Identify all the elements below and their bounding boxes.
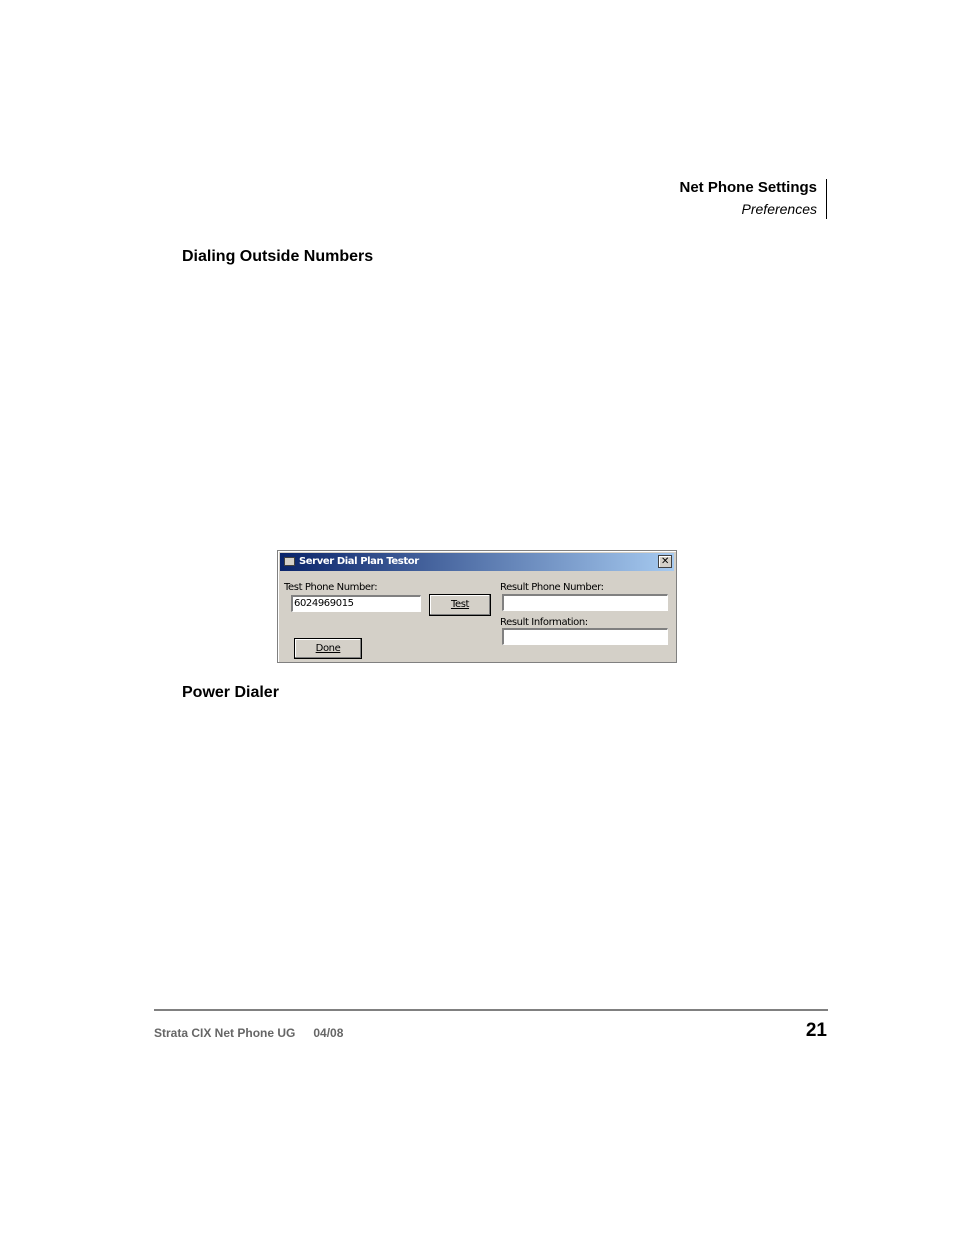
- footer-doc-title: Strata CIX Net Phone UG: [154, 1026, 296, 1040]
- header-subtitle: Preferences: [741, 201, 817, 217]
- test-phone-label: Test Phone Number:: [284, 582, 378, 593]
- done-button[interactable]: Done: [294, 638, 362, 659]
- running-header: Net Phone Settings Preferences: [679, 178, 817, 219]
- app-icon: [284, 557, 295, 566]
- header-rule: [826, 179, 827, 219]
- result-info-label: Result Information:: [500, 617, 588, 628]
- section-heading-dialing: Dialing Outside Numbers: [182, 248, 374, 265]
- header-title: Net Phone Settings: [679, 179, 817, 196]
- result-phone-label: Result Phone Number:: [500, 582, 604, 593]
- dialog-title: Server Dial Plan Testor: [299, 556, 419, 567]
- footer-date: 04/08: [313, 1026, 344, 1040]
- server-dial-plan-testor-dialog: Server Dial Plan Testor ✕ Test Phone Num…: [277, 550, 677, 663]
- footer-doc-info: Strata CIX Net Phone UG 04/08: [154, 1026, 343, 1040]
- result-info-field[interactable]: [502, 628, 668, 645]
- footer-rule: [154, 1009, 828, 1011]
- page-number: 21: [805, 1020, 827, 1041]
- result-phone-field[interactable]: [502, 594, 668, 611]
- close-icon[interactable]: ✕: [658, 555, 672, 568]
- test-button[interactable]: Test: [429, 594, 491, 616]
- section-heading-power-dialer: Power Dialer: [182, 684, 279, 701]
- test-phone-input[interactable]: 6024969015: [291, 595, 421, 612]
- dialog-titlebar: Server Dial Plan Testor ✕: [280, 553, 674, 571]
